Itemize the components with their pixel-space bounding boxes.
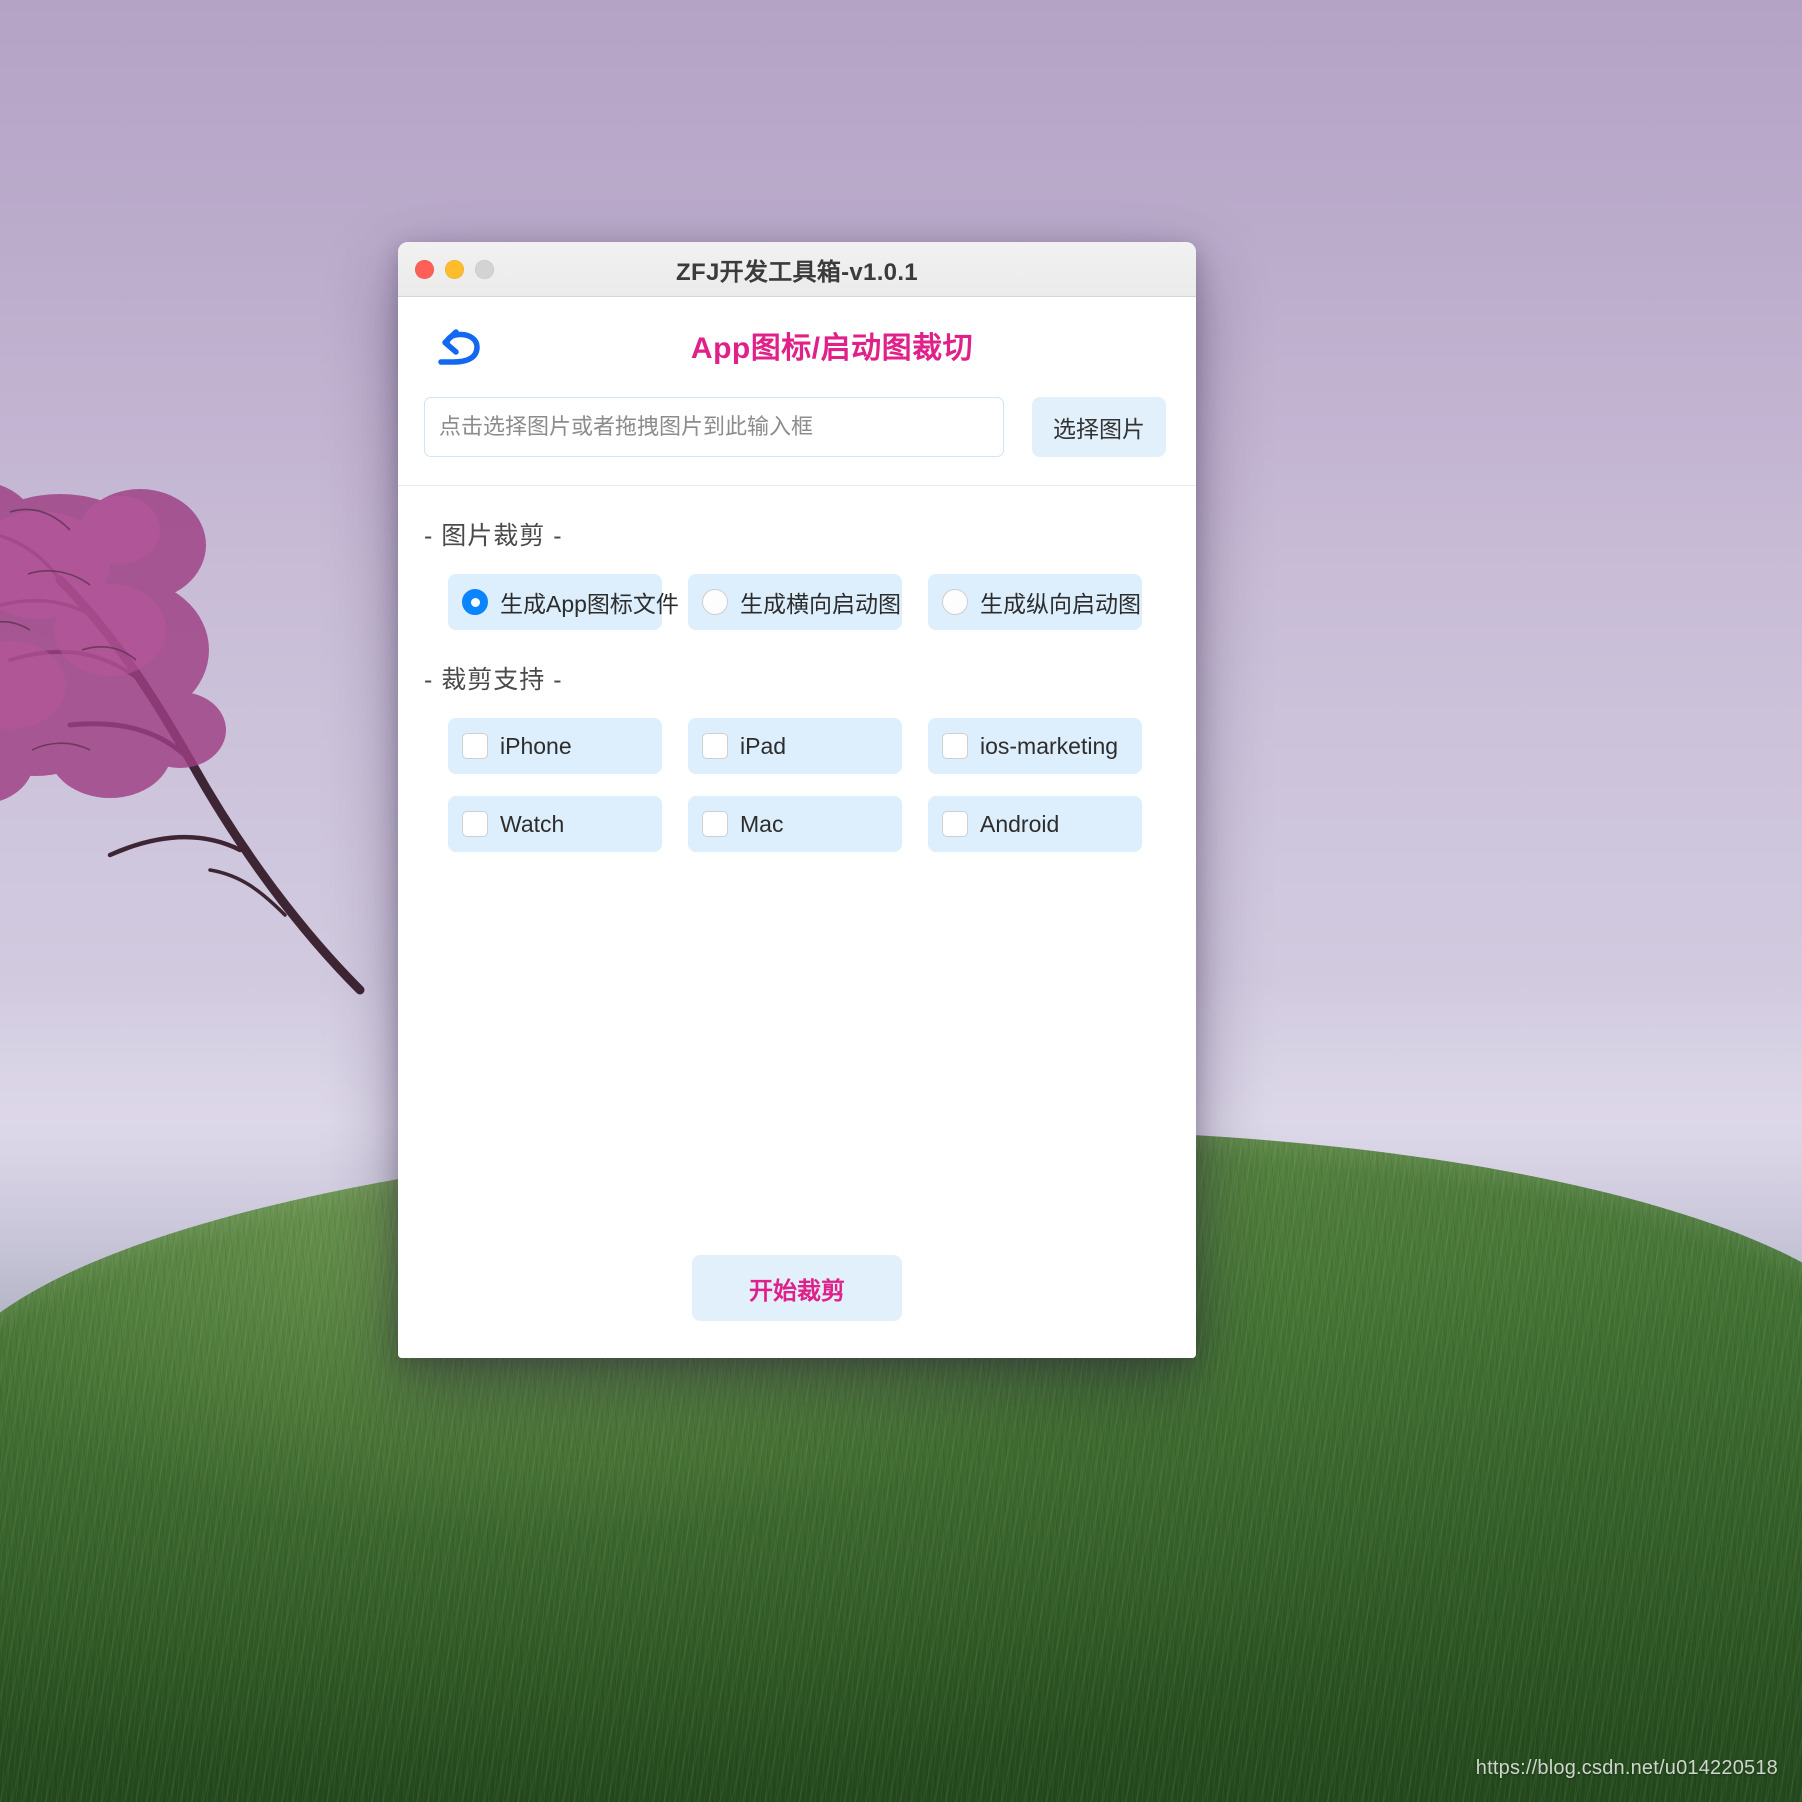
traffic-light-controls [415,259,494,279]
checkbox-label: iPhone [500,732,572,759]
checkbox-option-android[interactable]: Android [928,796,1142,852]
start-crop-button[interactable]: 开始裁剪 [692,1255,902,1321]
close-button[interactable] [415,259,434,279]
radio-label: 生成App图标文件 [500,591,679,617]
radio-label: 生成纵向启动图 [980,591,1141,617]
radio-option-landscape-launch[interactable]: 生成横向启动图 [688,574,902,630]
checkbox-indicator[interactable] [462,811,488,837]
checkbox-option-ipad[interactable]: iPad [688,718,902,774]
page-title: App图标/启动图裁切 [690,332,974,365]
checkbox-label: Android [980,810,1060,837]
minimize-button[interactable] [445,259,464,279]
desktop-wallpaper: https://blog.csdn.net/u014220518 ZFJ开发工具… [0,0,1802,1802]
checkbox-option-ios-marketing[interactable]: ios-marketing [928,718,1142,774]
checkbox-indicator[interactable] [702,733,728,759]
zoom-button[interactable] [475,259,494,279]
app-window: ZFJ开发工具箱-v1.0.1 App图标/启动图裁切 选择图片 - 图片裁剪 … [398,242,1196,1358]
radio-indicator[interactable] [942,589,968,615]
window-titlebar[interactable]: ZFJ开发工具箱-v1.0.1 [398,242,1196,297]
checkbox-option-watch[interactable]: Watch [448,796,662,852]
checkbox-label: Mac [740,810,784,837]
checkbox-indicator[interactable] [942,733,968,759]
radio-indicator-checked[interactable] [462,589,488,615]
app-content: App图标/启动图裁切 选择图片 - 图片裁剪 - 生成App图标文件 生成横向… [398,297,1196,1358]
checkbox-indicator[interactable] [942,811,968,837]
window-title: ZFJ开发工具箱-v1.0.1 [676,258,918,286]
radio-indicator[interactable] [702,589,728,615]
crop-section-title: - 图片裁剪 - [424,522,563,550]
page-header: App图标/启动图裁切 [398,297,1196,393]
blossom-tree [0,330,460,1030]
checkbox-label: ios-marketing [980,732,1119,759]
radio-label: 生成横向启动图 [740,591,901,617]
section-divider [398,485,1196,486]
radio-option-app-icon[interactable]: 生成App图标文件 [448,574,679,630]
choose-image-button[interactable]: 选择图片 [1032,397,1166,457]
crop-mode-radio-group: 生成App图标文件 生成横向启动图 生成纵向启动图 [448,574,1196,630]
checkbox-indicator[interactable] [702,811,728,837]
platform-checkbox-group: iPhone iPad ios-marketing Watch Mac Andr… [448,718,1196,852]
checkbox-label: Watch [500,810,565,837]
checkbox-option-mac[interactable]: Mac [688,796,902,852]
checkbox-option-iphone[interactable]: iPhone [448,718,662,774]
image-path-input[interactable] [424,397,1004,457]
checkbox-indicator[interactable] [462,733,488,759]
image-picker-row: 选择图片 [398,397,1196,457]
checkbox-label: iPad [740,732,787,759]
watermark-url: https://blog.csdn.net/u014220518 [1475,1757,1778,1779]
radio-option-portrait-launch[interactable]: 生成纵向启动图 [928,574,1142,630]
support-section-title: - 裁剪支持 - [424,666,563,694]
